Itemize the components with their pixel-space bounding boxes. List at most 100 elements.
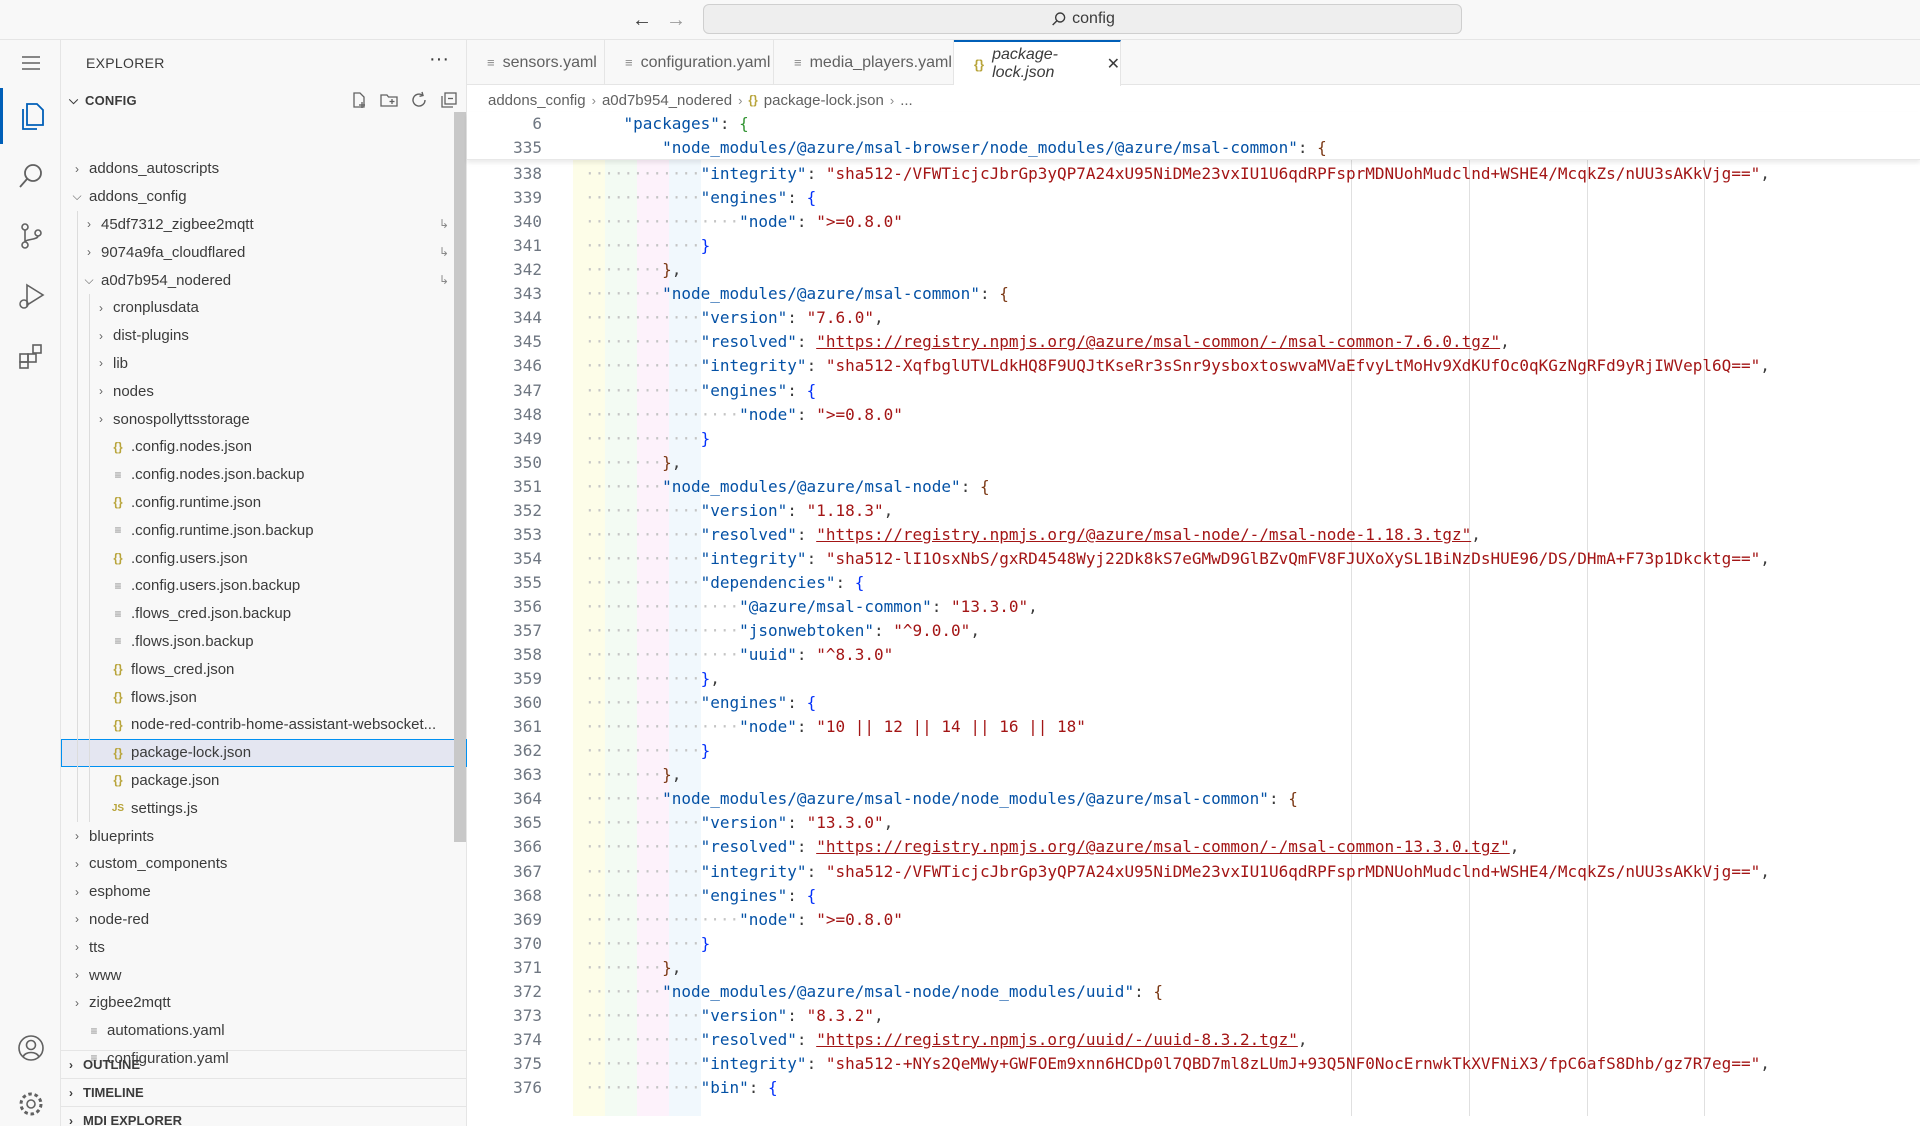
breadcrumb-item[interactable]: a0d7b954_nodered bbox=[602, 92, 732, 109]
timeline-section[interactable]: › TIMELINE bbox=[61, 1078, 467, 1106]
tree-folder[interactable]: › 45df7312_zigbee2mqtt ↳ bbox=[61, 210, 467, 239]
token: "integrity" bbox=[700, 356, 807, 376]
tree-folder[interactable]: › lib bbox=[61, 349, 467, 378]
tree-file[interactable]: ≡ .flows_cred.json.backup bbox=[61, 599, 467, 628]
tree-file[interactable]: ≡ automations.yaml bbox=[61, 1017, 467, 1045]
indent-guide bbox=[89, 460, 90, 489]
whitespace-dots: ········ bbox=[585, 260, 663, 280]
outline-section[interactable]: › OUTLINE bbox=[61, 1050, 467, 1078]
line-number: 370 bbox=[513, 933, 542, 953]
close-icon[interactable]: ✕ bbox=[1107, 54, 1120, 74]
indent-guide bbox=[77, 683, 78, 711]
json-file-icon: {} bbox=[113, 495, 123, 510]
breadcrumb-item[interactable]: package-lock.json bbox=[764, 92, 884, 109]
tree-folder[interactable]: › custom_components bbox=[61, 850, 467, 878]
search-icon[interactable] bbox=[0, 148, 61, 204]
indent-guide bbox=[77, 460, 78, 489]
token: { bbox=[806, 885, 817, 905]
code-editor[interactable]: 337············"resolved": "https://regi… bbox=[467, 152, 1920, 1116]
tree-item-label: .config.users.json bbox=[131, 549, 248, 567]
tree-file[interactable]: {} .config.users.json bbox=[61, 544, 467, 572]
tree-folder[interactable]: › tts bbox=[61, 933, 467, 961]
editor-tab[interactable]: ≡ configuration.yaml bbox=[605, 40, 774, 85]
menu-icon[interactable] bbox=[0, 40, 61, 86]
tree-folder[interactable]: › blueprints bbox=[61, 822, 467, 850]
sticky-scroll-header[interactable]: 6 "packages": {335 "node_modules/@azure/… bbox=[467, 112, 1920, 160]
editor-tab[interactable]: ≡ sensors.yaml bbox=[467, 40, 605, 85]
tree-file[interactable]: {} .config.runtime.json bbox=[61, 488, 467, 517]
editor-tab[interactable]: {} package-lock.json ✕ bbox=[954, 40, 1121, 86]
more-actions-icon[interactable]: ··· bbox=[429, 48, 449, 71]
token: : bbox=[1268, 789, 1289, 809]
tree-file[interactable]: {} flows.json bbox=[61, 683, 467, 711]
json-file-icon: {} bbox=[748, 93, 758, 107]
token: "version" bbox=[700, 308, 788, 328]
config-section-header[interactable]: ⌵ CONFIG bbox=[61, 86, 467, 114]
tree-item-label: www bbox=[89, 966, 122, 984]
new-file-icon[interactable] bbox=[349, 90, 369, 110]
account-icon[interactable] bbox=[0, 1020, 61, 1076]
settings-gear-icon[interactable] bbox=[0, 1076, 61, 1126]
forward-arrow-icon[interactable]: → bbox=[662, 6, 690, 34]
chevron-right-icon: › bbox=[69, 1057, 73, 1072]
tree-file[interactable]: {} node-red-contrib-home-assistant-websoc… bbox=[61, 710, 467, 739]
tree-file[interactable]: ≡ .config.runtime.json.backup bbox=[61, 516, 467, 545]
sidebar-title: EXPLORER bbox=[86, 55, 165, 71]
tree-folder[interactable]: › 9074a9fa_cloudflared ↳ bbox=[61, 238, 467, 267]
refresh-icon[interactable] bbox=[409, 90, 429, 110]
mdi-explorer-section[interactable]: › MDI EXPLORER bbox=[61, 1106, 467, 1126]
command-center-search[interactable]: config bbox=[703, 4, 1462, 34]
chevron-right-icon: › bbox=[99, 384, 103, 399]
sidebar-scrollbar[interactable] bbox=[454, 112, 466, 842]
explorer-icon[interactable] bbox=[0, 88, 61, 144]
code-text: ············"integrity": "sha512-XqfbglU… bbox=[585, 354, 1770, 378]
code-line: 363 ········}, bbox=[467, 763, 1920, 787]
editor-area: ≡ sensors.yaml ≡ configuration.yaml ≡ media_p… bbox=[467, 40, 1920, 1126]
indent-guide bbox=[77, 571, 78, 600]
text-file-icon: ≡ bbox=[114, 467, 122, 482]
code-text: ············"engines": { bbox=[585, 186, 816, 210]
token: , bbox=[883, 813, 894, 833]
tree-file[interactable]: {} package.json bbox=[61, 766, 467, 795]
tree-file[interactable]: {} .config.nodes.json bbox=[61, 432, 467, 461]
tree-folder[interactable]: › addons_autoscripts bbox=[61, 155, 467, 183]
tree-file[interactable]: {} package-lock.json bbox=[61, 738, 467, 767]
tree-file[interactable]: {} flows_cred.json bbox=[61, 655, 467, 684]
source-control-icon[interactable] bbox=[0, 208, 61, 264]
tree-file[interactable]: ≡ .flows.json.backup bbox=[61, 627, 467, 656]
breadcrumb-item[interactable]: ... bbox=[900, 92, 913, 109]
tree-folder[interactable]: › zigbee2mqtt bbox=[61, 989, 467, 1017]
tree-folder[interactable]: ⌵ addons_config bbox=[61, 183, 467, 211]
indent-guide bbox=[77, 293, 78, 322]
token: , bbox=[874, 1005, 884, 1025]
code-line: 349 ············} bbox=[467, 427, 1920, 451]
tree-folder[interactable]: › esphome bbox=[61, 878, 467, 906]
tree-folder[interactable]: ⌵ a0d7b954_nodered ↳ bbox=[61, 266, 467, 294]
tree-folder[interactable]: › cronplusdata bbox=[61, 293, 467, 322]
collapse-all-icon[interactable] bbox=[439, 90, 459, 110]
breadcrumb-item[interactable]: addons_config bbox=[488, 92, 586, 109]
code-line: 367 ············"integrity": "sha512-/VFW… bbox=[467, 860, 1920, 884]
whitespace-dots: ············ bbox=[585, 693, 701, 713]
tree-file[interactable]: JS settings.js bbox=[61, 794, 467, 823]
new-folder-icon[interactable] bbox=[379, 90, 399, 110]
breadcrumb: addons_config › a0d7b954_nodered › {} pa… bbox=[488, 88, 913, 112]
tree-folder[interactable]: › nodes bbox=[61, 377, 467, 406]
tree-file[interactable]: ≡ .config.nodes.json.backup bbox=[61, 460, 467, 489]
tree-folder[interactable]: › www bbox=[61, 961, 467, 989]
back-arrow-icon[interactable]: ← bbox=[628, 6, 656, 34]
indent-guide bbox=[89, 544, 90, 572]
tree-file[interactable]: ≡ .config.users.json.backup bbox=[61, 571, 467, 600]
tree-folder[interactable]: › node-red bbox=[61, 906, 467, 934]
token: "packages" bbox=[623, 114, 720, 133]
tree-folder[interactable]: › dist-plugins bbox=[61, 321, 467, 350]
tree-folder[interactable]: › sonospollyttsstorage bbox=[61, 405, 467, 433]
editor-tab[interactable]: ≡ media_players.yaml bbox=[774, 40, 954, 85]
code-line: 355 ············"dependencies": { bbox=[467, 571, 1920, 595]
text-file-icon: ≡ bbox=[90, 1023, 98, 1038]
tab-label: package-lock.json bbox=[992, 46, 1058, 81]
token: : bbox=[796, 837, 817, 857]
run-debug-icon[interactable] bbox=[0, 268, 61, 324]
extensions-icon[interactable] bbox=[0, 328, 61, 384]
code-text: ················"node": ">=0.8.0" bbox=[585, 908, 903, 932]
